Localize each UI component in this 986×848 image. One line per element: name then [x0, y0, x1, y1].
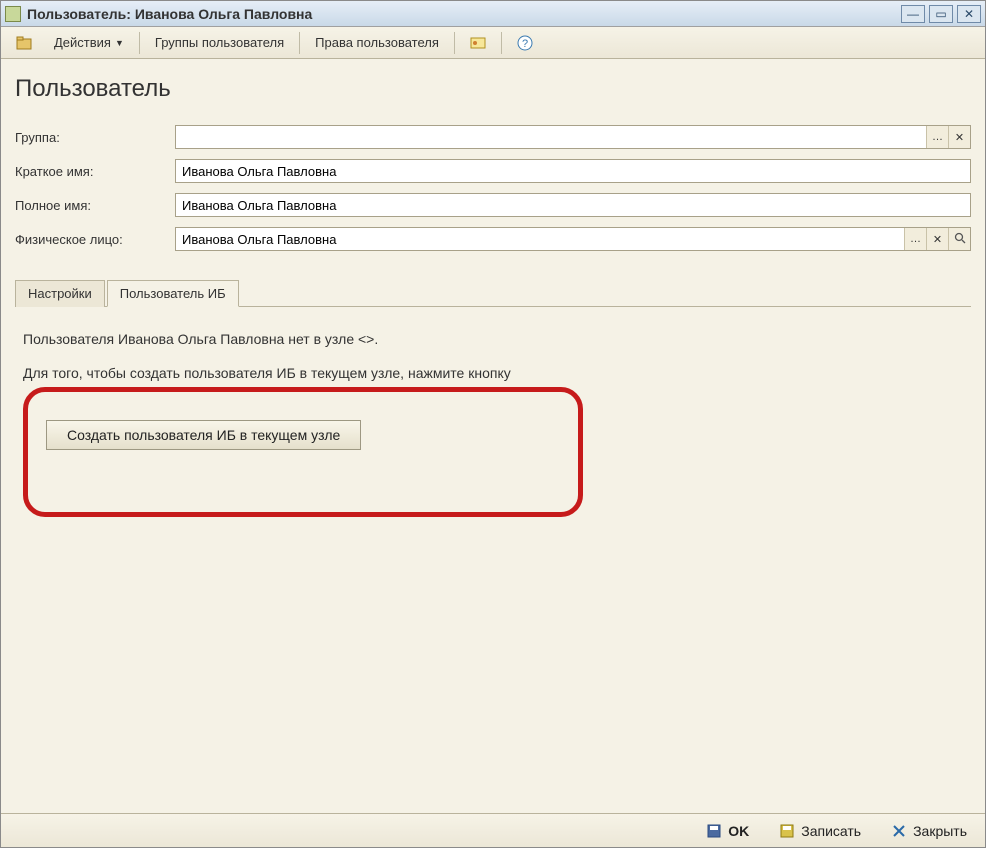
user-rights-button[interactable]: Права пользователя — [306, 31, 448, 54]
person-search-button[interactable] — [948, 228, 970, 250]
help-icon: ? — [517, 35, 533, 51]
diskette-icon — [779, 823, 795, 839]
close-button[interactable]: Закрыть — [885, 820, 973, 842]
tab-settings[interactable]: Настройки — [15, 280, 105, 307]
full-name-input[interactable] — [176, 194, 970, 216]
group-input-wrap: … ✕ — [175, 125, 971, 149]
user-groups-button[interactable]: Группы пользователя — [146, 31, 293, 54]
full-name-input-wrap — [175, 193, 971, 217]
page-title: Пользователь — [15, 75, 971, 103]
short-name-input-wrap — [175, 159, 971, 183]
toolbar-separator — [299, 32, 300, 54]
group-label: Группа: — [15, 130, 175, 145]
chevron-down-icon: ▼ — [115, 38, 124, 48]
toolbar-separator — [139, 32, 140, 54]
actions-dropdown[interactable]: Действия ▼ — [45, 31, 133, 54]
titlebar: Пользователь: Иванова Ольга Павловна — ▭… — [1, 1, 985, 27]
folder-icon — [16, 35, 32, 51]
group-row: Группа: … ✕ — [15, 125, 971, 149]
user-window: Пользователь: Иванова Ольга Павловна — ▭… — [0, 0, 986, 848]
help-button[interactable]: ? — [508, 31, 542, 55]
user-card-icon-button[interactable] — [461, 31, 495, 55]
maximize-button[interactable]: ▭ — [929, 5, 953, 23]
person-input[interactable] — [176, 228, 904, 250]
short-name-label: Краткое имя: — [15, 164, 175, 179]
actions-label: Действия — [54, 35, 111, 50]
status-line-1: Пользователя Иванова Ольга Павловна нет … — [23, 331, 963, 347]
close-icon — [891, 823, 907, 839]
person-select-button[interactable]: … — [904, 228, 926, 250]
window-title: Пользователь: Иванова Ольга Павловна — [27, 6, 901, 22]
user-card-icon — [470, 35, 486, 51]
toolbar-separator — [501, 32, 502, 54]
user-groups-label: Группы пользователя — [155, 35, 284, 50]
short-name-row: Краткое имя: — [15, 159, 971, 183]
minimize-button[interactable]: — — [901, 5, 925, 23]
person-label: Физическое лицо: — [15, 232, 175, 247]
tab-panel-ib-user: Пользователя Иванова Ольга Павловна нет … — [15, 307, 971, 805]
person-input-wrap: … ✕ — [175, 227, 971, 251]
search-icon — [954, 232, 966, 247]
ok-label: OK — [728, 823, 749, 839]
bottom-bar: OK Записать Закрыть — [1, 813, 985, 847]
save-button[interactable]: Записать — [773, 820, 867, 842]
full-name-row: Полное имя: — [15, 193, 971, 217]
svg-text:?: ? — [522, 38, 528, 50]
close-label: Закрыть — [913, 823, 967, 839]
group-clear-button[interactable]: ✕ — [948, 126, 970, 148]
toolbar: Действия ▼ Группы пользователя Права пол… — [1, 27, 985, 59]
full-name-label: Полное имя: — [15, 198, 175, 213]
group-input[interactable] — [176, 126, 926, 148]
window-controls: — ▭ ✕ — [901, 5, 981, 23]
short-name-input[interactable] — [176, 160, 970, 182]
person-row: Физическое лицо: … ✕ — [15, 227, 971, 251]
folder-icon-button[interactable] — [7, 31, 41, 55]
status-line-2: Для того, чтобы создать пользователя ИБ … — [23, 365, 963, 381]
tab-ib-user[interactable]: Пользователь ИБ — [107, 280, 239, 307]
save-label: Записать — [801, 823, 861, 839]
group-select-button[interactable]: … — [926, 126, 948, 148]
create-ib-user-button[interactable]: Создать пользователя ИБ в текущем узле — [46, 420, 361, 450]
highlighted-action-area: Создать пользователя ИБ в текущем узле — [23, 387, 583, 517]
close-window-button[interactable]: ✕ — [957, 5, 981, 23]
window-icon — [5, 6, 21, 22]
person-clear-button[interactable]: ✕ — [926, 228, 948, 250]
tabs: Настройки Пользователь ИБ — [15, 279, 971, 307]
user-rights-label: Права пользователя — [315, 35, 439, 50]
toolbar-separator — [454, 32, 455, 54]
content-area: Пользователь Группа: … ✕ Краткое имя: По… — [1, 59, 985, 813]
ok-button[interactable]: OK — [700, 820, 755, 842]
save-icon — [706, 823, 722, 839]
